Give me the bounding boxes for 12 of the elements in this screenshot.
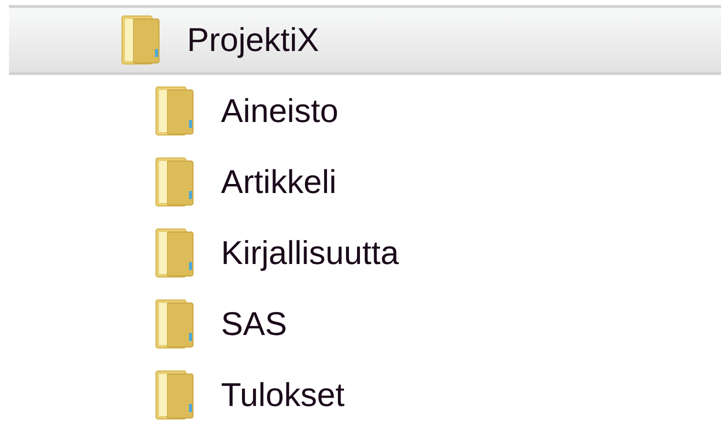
- folder-icon: [155, 228, 195, 278]
- tree-item[interactable]: Aineisto: [9, 75, 721, 146]
- folder-icon: [155, 156, 195, 206]
- tree-item[interactable]: ProjektiX: [9, 5, 721, 75]
- tree-item[interactable]: Tulokset: [9, 359, 721, 430]
- tree-item[interactable]: Artikkeli: [9, 146, 721, 217]
- tree-item[interactable]: SAS: [9, 288, 721, 359]
- folder-icon: [121, 15, 161, 65]
- folder-icon: [155, 86, 195, 136]
- tree-item[interactable]: Kirjallisuutta: [9, 217, 721, 288]
- folder-icon: [155, 298, 195, 348]
- folder-icon: [155, 370, 195, 420]
